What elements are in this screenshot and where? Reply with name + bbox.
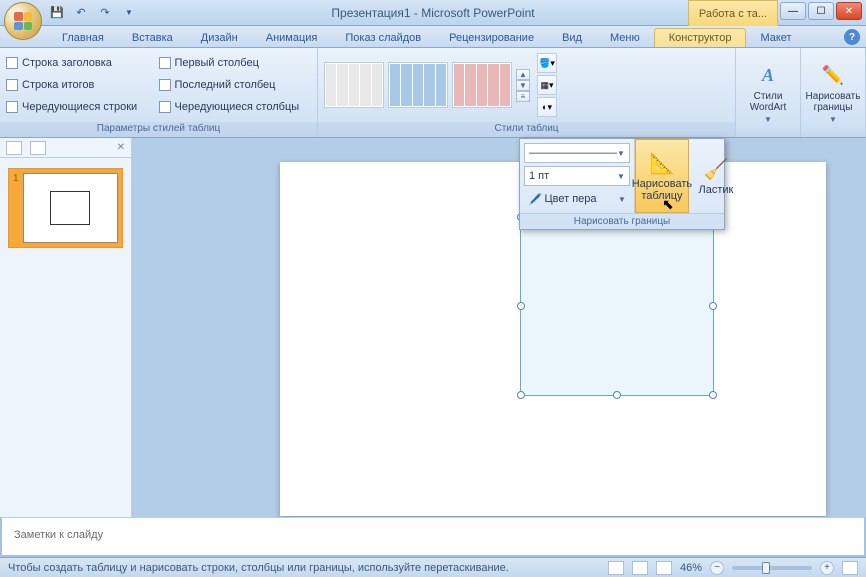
close-button[interactable]: ✕ [836,2,862,20]
line-style-combo[interactable]: ————————▼ [524,143,630,163]
tab-layout[interactable]: Макет [746,29,805,47]
slide-panel: ✕ 1 [0,138,132,517]
opt-header-row[interactable]: Строка заголовка [6,52,159,74]
tab-menu[interactable]: Меню [596,29,654,47]
opt-last-col[interactable]: Последний столбец [159,74,312,96]
wordart-label: Стили WordArt [740,91,796,113]
shading-button[interactable]: 🪣▾ [537,53,557,73]
line-weight-value: 1 пт [529,170,549,182]
effects-button[interactable]: ◐▾ [537,97,557,117]
draw-table-icon: 📐 [649,151,674,176]
opt-first-col-label: Первый столбец [175,57,259,69]
tab-insert[interactable]: Вставка [118,29,187,47]
ribbon: Строка заголовка Строка итогов Чередующи… [0,48,866,138]
group-wordart: A Стили WordArt ▼ [736,48,801,137]
tab-design[interactable]: Дизайн [187,29,252,47]
draw-table-button[interactable]: 📐 Нарисовать таблицу [635,139,689,213]
opt-banded-cols-label: Чередующиеся столбцы [175,101,300,113]
pen-color-label: Цвет пера [544,193,596,205]
table-style-gallery[interactable]: ▲▼≡ [324,62,530,108]
opt-banded-cols[interactable]: Чередующиеся столбцы [159,96,312,118]
draw-borders-button[interactable]: ✏️ Нарисовать границы ▼ [803,52,863,133]
quick-access-toolbar: 💾 ↶ ↷ ▼ [48,4,138,22]
window-title: Презентация1 - Microsoft PowerPoint [331,6,534,20]
help-icon[interactable]: ? [844,29,860,45]
pen-icon: 🖊️ [528,193,542,206]
slide-thumbnail-1[interactable]: 1 [8,168,123,248]
group-label-table-options: Параметры стилей таблиц [0,122,317,137]
fit-to-window-icon[interactable] [842,561,858,575]
eraser-label: Ластик [699,184,734,196]
line-weight-combo[interactable]: 1 пт▼ [524,166,630,186]
line-style-value: ———————— [529,147,617,159]
tab-slideshow[interactable]: Показ слайдов [331,29,435,47]
opt-total-row-label: Строка итогов [22,79,94,91]
draw-table-label: Нарисовать таблицу [632,178,692,202]
thumbnail-preview [23,173,118,243]
notes-placeholder-text: Заметки к слайду [14,529,103,541]
notes-pane[interactable]: Заметки к слайду [2,517,864,555]
slide-canvas[interactable] [132,138,866,517]
panel-tabs: ✕ [0,138,131,158]
redo-icon[interactable]: ↷ [96,4,114,22]
gallery-down-icon[interactable]: ▼ [516,80,530,91]
title-bar: 💾 ↶ ↷ ▼ Презентация1 - Microsoft PowerPo… [0,0,866,26]
tab-home[interactable]: Главная [48,29,118,47]
eraser-button[interactable]: 🧹 Ластик [689,139,743,213]
contextual-tab-label: Работа с та... [688,0,778,26]
group-table-style-options: Строка заголовка Строка итогов Чередующи… [0,48,318,137]
slides-tab-icon[interactable] [6,141,22,155]
draw-borders-label: Нарисовать границы [805,91,861,113]
wordart-styles-button[interactable]: A Стили WordArt ▼ [738,52,798,133]
tab-constructor[interactable]: Конструктор [654,28,747,47]
group-label-table-styles: Стили таблиц [318,122,735,137]
style-thumb-red[interactable] [452,62,512,108]
zoom-in-button[interactable]: + [820,561,834,575]
style-thumb-blue[interactable] [388,62,448,108]
opt-banded-rows[interactable]: Чередующиеся строки [6,96,159,118]
outline-tab-icon[interactable] [30,141,46,155]
style-thumb-plain[interactable] [324,62,384,108]
zoom-value: 46% [680,562,702,574]
undo-icon[interactable]: ↶ [72,4,90,22]
zoom-slider[interactable] [732,566,812,570]
qat-dropdown-icon[interactable]: ▼ [120,4,138,22]
gallery-up-icon[interactable]: ▲ [516,69,530,80]
opt-total-row[interactable]: Строка итогов [6,74,159,96]
opt-last-col-label: Последний столбец [175,79,276,91]
panel-close-icon[interactable]: ✕ [117,142,125,153]
tab-view[interactable]: Вид [548,29,596,47]
pen-color-button[interactable]: 🖊️ Цвет пера▼ [524,189,630,209]
view-sorter-icon[interactable] [632,561,648,575]
draw-borders-dropdown: ————————▼ 1 пт▼ 🖊️ Цвет пера▼ 📐 Нарисова… [519,138,725,230]
gallery-more-icon[interactable]: ≡ [516,91,530,102]
dropdown-footer: Нарисовать границы [520,213,724,229]
slide-number: 1 [13,173,19,243]
tab-animation[interactable]: Анимация [252,29,332,47]
group-table-styles: ▲▼≡ 🪣▾ ▦▾ ◐▾ Стили таблиц [318,48,736,137]
maximize-button[interactable]: ☐ [808,2,834,20]
eraser-icon: 🧹 [703,157,728,182]
view-normal-icon[interactable] [608,561,624,575]
opt-header-row-label: Строка заголовка [22,57,112,69]
table-placeholder[interactable] [520,216,714,396]
office-button[interactable] [4,2,42,40]
wordart-icon: A [754,61,782,89]
minimize-button[interactable]: — [780,2,806,20]
opt-banded-rows-label: Чередующиеся строки [22,101,137,113]
opt-first-col[interactable]: Первый столбец [159,52,312,74]
view-slideshow-icon[interactable] [656,561,672,575]
status-bar: Чтобы создать таблицу и нарисовать строк… [0,557,866,577]
zoom-out-button[interactable]: − [710,561,724,575]
pencil-icon: ✏️ [819,61,847,89]
gallery-scroll[interactable]: ▲▼≡ [516,69,530,102]
tab-review[interactable]: Рецензирование [435,29,548,47]
borders-button[interactable]: ▦▾ [537,75,557,95]
status-text: Чтобы создать таблицу и нарисовать строк… [8,562,509,574]
group-draw-borders: ✏️ Нарисовать границы ▼ [801,48,866,137]
save-icon[interactable]: 💾 [48,4,66,22]
ribbon-tabstrip: Главная Вставка Дизайн Анимация Показ сл… [0,26,866,48]
